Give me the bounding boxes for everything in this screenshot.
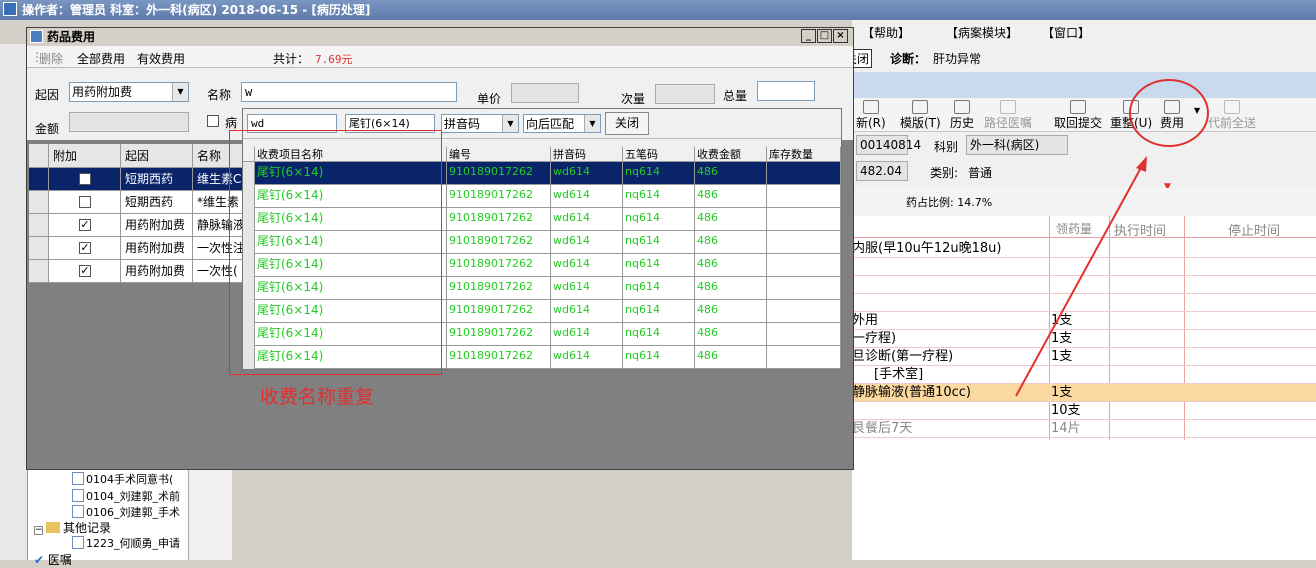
annotation-arrow	[1015, 156, 1147, 397]
